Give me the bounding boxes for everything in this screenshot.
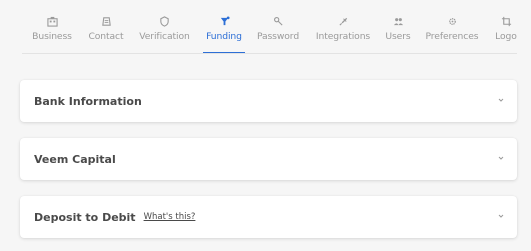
section-title: Bank Information bbox=[34, 94, 142, 108]
tab-preferences[interactable]: Preferences bbox=[424, 14, 480, 54]
funding-icon bbox=[219, 14, 230, 28]
section-veem-capital[interactable]: Veem Capital bbox=[20, 138, 517, 180]
tab-label: Preferences bbox=[425, 31, 479, 42]
tab-funding[interactable]: Funding bbox=[203, 14, 245, 54]
section-deposit-to-debit[interactable]: Deposit to Debit What's this? bbox=[20, 196, 517, 238]
plug-icon bbox=[338, 14, 349, 28]
building-icon bbox=[46, 14, 58, 28]
gear-icon bbox=[447, 14, 458, 28]
key-icon bbox=[273, 14, 284, 28]
shield-icon bbox=[159, 14, 170, 28]
tab-label: Logo bbox=[495, 31, 517, 42]
tab-integrations[interactable]: Integrations bbox=[314, 14, 372, 54]
tab-logo[interactable]: Logo bbox=[494, 14, 518, 54]
tab-password[interactable]: Password bbox=[256, 14, 300, 54]
users-icon bbox=[393, 14, 404, 28]
chevron-down-icon bbox=[498, 214, 504, 218]
chevron-down-icon bbox=[498, 156, 504, 160]
tab-business[interactable]: Business bbox=[32, 14, 72, 54]
tab-verification[interactable]: Verification bbox=[136, 14, 193, 54]
whats-this-link[interactable]: What's this? bbox=[144, 212, 196, 222]
tab-label: Contact bbox=[88, 31, 124, 42]
section-title: Veem Capital bbox=[34, 152, 116, 166]
tab-contact[interactable]: Contact bbox=[88, 14, 124, 54]
chevron-down-icon bbox=[498, 98, 504, 102]
tab-label: Verification bbox=[139, 31, 190, 42]
tab-label: Integrations bbox=[315, 31, 371, 42]
tab-label: Business bbox=[32, 31, 72, 42]
tab-label: Funding bbox=[206, 31, 242, 42]
tab-divider bbox=[22, 53, 517, 54]
tab-label: Users bbox=[385, 31, 411, 42]
crop-icon bbox=[501, 14, 512, 28]
contact-icon bbox=[101, 14, 112, 28]
section-title: Deposit to Debit bbox=[34, 210, 136, 224]
tab-label: Password bbox=[256, 31, 300, 42]
section-bank-information[interactable]: Bank Information bbox=[20, 80, 517, 122]
tab-users[interactable]: Users bbox=[384, 14, 412, 54]
settings-tab-bar: Business Contact Verification Funding Pa… bbox=[0, 0, 531, 62]
